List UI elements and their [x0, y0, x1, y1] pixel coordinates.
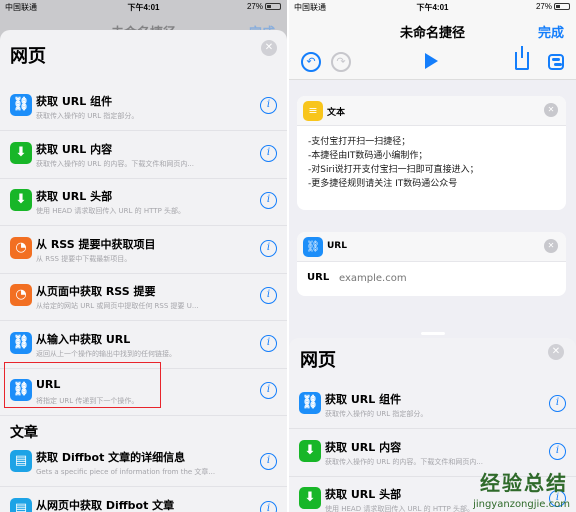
clock: 下午4:01	[127, 3, 160, 12]
action-sheet: 网页 ✕ ⛓ 获取 URL 组件获取传入操作的 URL 指定部分。 i ⬇ 获取 URL…	[0, 30, 287, 512]
clock: 下午4:01	[416, 3, 449, 12]
info-icon[interactable]: i	[260, 334, 277, 352]
info-icon[interactable]: i	[260, 239, 277, 257]
item-title: 获取 URL 组件	[36, 95, 113, 108]
document-icon: ▤	[10, 497, 32, 512]
share-icon[interactable]	[515, 46, 529, 70]
item-subtitle: 使用 HEAD 请求取回传入 URL 的 HTTP 头部。	[36, 207, 186, 215]
status-bar: 中国联通 下午4:01 27%	[289, 0, 576, 14]
text-icon: ≡	[303, 101, 323, 121]
item-title: 从页面中获取 RSS 提要	[36, 285, 156, 298]
link-icon: ⛓	[299, 392, 321, 414]
url-action-card[interactable]: ⛓ URL ✕ URL	[297, 232, 566, 296]
item-title: 获取 URL 头部	[36, 190, 113, 203]
item-subtitle: 返回从上一个操作的输出中找到的任何链接。	[36, 349, 176, 358]
page-title: 未命名捷径	[399, 25, 465, 40]
card-title: 文本	[327, 108, 346, 118]
item-subtitle: 从 RSS 提要中下载最新项目。	[36, 254, 132, 263]
sheet-title: 网页	[300, 350, 336, 370]
info-icon[interactable]: i	[260, 97, 277, 114]
link-icon: ⛓	[10, 94, 32, 116]
settings-toggle-icon[interactable]	[548, 54, 564, 70]
item-title: 从输入中获取 URL	[36, 332, 131, 346]
text-line[interactable]: -本捷径由IT数码通小编制作；	[308, 148, 427, 161]
watermark-url: jingyanzongjie.com	[473, 499, 570, 510]
close-icon[interactable]: ✕	[548, 344, 564, 360]
watermark: 经验总结	[480, 471, 568, 495]
info-icon[interactable]: i	[260, 192, 277, 209]
download-icon: ⬇	[10, 189, 32, 211]
download-icon: ⬇	[10, 141, 32, 164]
text-line[interactable]: -支付宝打开扫一扫捷径；	[308, 134, 410, 147]
section-header-articles: 文章	[10, 425, 38, 441]
list-item[interactable]: ⬇ 获取 URL 内容获取传入操作的 URL 的内容。下载文件和网页内... i	[0, 132, 287, 179]
right-screenshot: 中国联通 下午4:01 27% 未命名捷径 完成 ↶ ↷ ≡ 文本 ✕ -支付宝…	[289, 0, 576, 512]
link-icon: ⛓	[10, 331, 32, 354]
sheet-grabber[interactable]	[420, 332, 445, 335]
battery-icon	[554, 3, 570, 10]
info-icon[interactable]: i	[549, 395, 566, 412]
download-icon: ⬇	[299, 487, 321, 509]
done-button[interactable]: 完成	[538, 22, 564, 41]
battery-icon	[265, 3, 281, 10]
play-icon[interactable]	[425, 53, 438, 69]
toolbar: ↶ ↷	[289, 46, 576, 80]
url-input[interactable]	[339, 270, 499, 286]
item-title: 从网页中获取 Diffbot 文章	[36, 498, 175, 512]
status-bar: 中国联通 下午4:01 27%	[0, 0, 287, 14]
list-item[interactable]: ▤ 获取 Diffbot 文章的详细信息 Gets a specific piece…	[0, 440, 287, 487]
rss-icon: ◔	[10, 236, 32, 259]
item-subtitle: 从给定的网站 URL 或网页中提取任何 RSS 提要 U...	[36, 302, 199, 310]
item-subtitle: 获取传入操作的 URL 指定部分。	[36, 112, 139, 120]
card-header: ⛓ URL ✕	[297, 232, 566, 262]
remove-icon[interactable]: ✕	[544, 239, 558, 253]
undo-icon[interactable]: ↶	[301, 52, 321, 72]
item-title: 获取 URL 组件	[325, 393, 402, 406]
card-title: URL	[327, 241, 347, 251]
remove-icon[interactable]: ✕	[544, 103, 558, 117]
document-icon: ▤	[10, 450, 32, 472]
item-title: 获取 URL 头部	[325, 488, 402, 501]
left-screenshot: 中国联通 下午4:01 27% 未命名捷径 完成 网页 ✕ ⛓获取 URL 组件…	[0, 0, 287, 512]
item-subtitle: 获取传入操作的 URL 指定部分。	[325, 410, 428, 418]
highlight-box	[4, 362, 161, 408]
info-icon[interactable]: i	[260, 144, 277, 162]
list-item[interactable]: ◔ 从 RSS 提要中获取项目从 RSS 提要中下载最新项目。 i	[0, 227, 287, 274]
list-item[interactable]: ▤ 从网页中获取 Diffbot 文章 i	[0, 488, 287, 512]
list-item[interactable]: ⛓ 获取 URL 组件获取传入操作的 URL 指定部分。 i	[289, 382, 576, 429]
item-subtitle: Gets a specific piece of information fro…	[36, 468, 216, 476]
url-field-label: URL	[307, 272, 330, 283]
download-icon: ⬇	[299, 439, 321, 462]
item-title: 获取 URL 内容	[325, 440, 402, 454]
link-icon: ⛓	[303, 237, 323, 257]
info-icon[interactable]: i	[549, 442, 566, 460]
card-header: ≡ 文本 ✕	[297, 96, 566, 126]
info-icon[interactable]: i	[260, 382, 277, 399]
list-item[interactable]: ⬇ 获取 URL 头部使用 HEAD 请求取回传入 URL 的 HTTP 头部。 i	[0, 179, 287, 226]
rss-icon: ◔	[10, 284, 32, 306]
redo-icon[interactable]: ↷	[331, 52, 351, 72]
info-icon[interactable]: i	[260, 453, 277, 470]
text-action-card[interactable]: ≡ 文本 ✕ -支付宝打开扫一扫捷径； -本捷径由IT数码通小编制作； -对Si…	[297, 96, 566, 210]
text-line[interactable]: -对Siri说打开支付宝扫一扫即可直接进入；	[308, 162, 479, 175]
item-title: 从 RSS 提要中获取项目	[36, 237, 156, 251]
item-title: 获取 Diffbot 文章的详细信息	[36, 451, 186, 464]
info-icon[interactable]: i	[260, 287, 277, 304]
close-icon[interactable]: ✕	[261, 40, 277, 56]
list-item[interactable]: ⛓ 获取 URL 组件获取传入操作的 URL 指定部分。 i	[0, 84, 287, 131]
text-line[interactable]: -更多捷径规则请关注 IT数码通公众号	[308, 176, 457, 189]
info-icon[interactable]: i	[260, 500, 277, 512]
list-item[interactable]: ◔ 从页面中获取 RSS 提要从给定的网站 URL 或网页中提取任何 RSS 提要…	[0, 274, 287, 321]
item-subtitle: 获取传入操作的 URL 的内容。下载文件和网页内...	[325, 457, 484, 466]
item-subtitle: 获取传入操作的 URL 的内容。下载文件和网页内...	[36, 159, 195, 168]
battery-indicator: 27%	[536, 2, 570, 11]
item-title: 获取 URL 内容	[36, 142, 113, 156]
nav-bar: 未命名捷径 完成	[289, 14, 576, 48]
sheet-title: 网页	[10, 46, 46, 66]
battery-indicator: 27%	[247, 2, 281, 11]
